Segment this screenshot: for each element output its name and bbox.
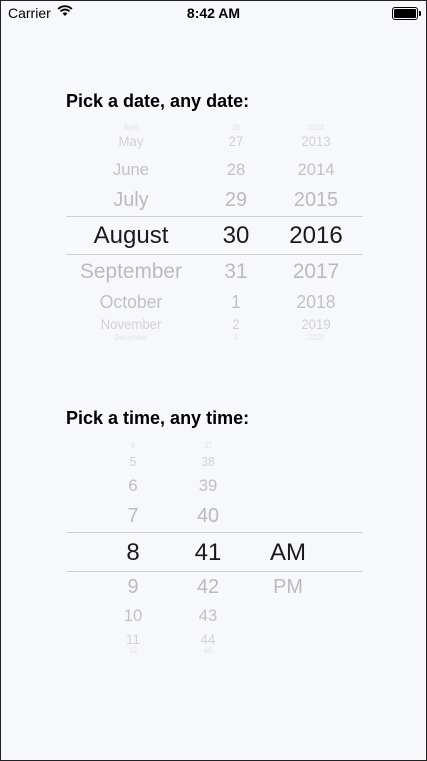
month-option[interactable]: November [61,316,202,332]
month-option[interactable]: September [57,260,206,284]
status-bar: Carrier 8:42 AM [1,1,426,27]
hour-option[interactable]: 4 [101,441,164,450]
month-option[interactable]: July [57,189,206,212]
minute-option[interactable]: 40 [173,505,242,528]
hour-option[interactable]: 10 [99,606,167,626]
time-picker[interactable]: 4 5 6 7 8 9 10 11 12 37 38 39 40 41 42 43 44 45 AM PM [66,441,363,656]
hour-option[interactable]: 9 [98,576,167,599]
minute-option[interactable]: 38 [175,454,241,469]
day-option[interactable]: 30 [196,222,276,250]
year-option[interactable]: 2016 [276,222,356,250]
period-option[interactable]: AM [253,539,323,567]
year-option[interactable]: 2019 [278,316,353,332]
month-option[interactable]: August [56,222,206,250]
minute-option[interactable]: 44 [175,631,241,647]
minute-option[interactable]: 39 [174,476,242,496]
status-time: 8:42 AM [186,5,241,21]
day-option[interactable]: 31 [196,260,275,284]
month-option[interactable]: December [63,333,198,342]
year-option[interactable]: 2012 [280,123,352,132]
year-option[interactable]: 2018 [277,292,355,313]
day-option[interactable]: 1 [197,292,275,313]
selection-line-bottom [66,571,363,572]
hour-option[interactable]: 6 [99,476,167,496]
hour-option[interactable]: 7 [98,505,167,528]
year-option[interactable]: 2014 [277,160,355,180]
hour-option[interactable]: 11 [100,631,166,647]
hour-option[interactable]: 12 [101,646,164,655]
month-option[interactable]: April [63,123,198,132]
year-option[interactable]: 2020 [280,333,352,342]
minute-option[interactable]: 37 [176,441,239,450]
selection-line-top [66,216,363,217]
minute-option[interactable]: 42 [173,576,242,599]
month-option[interactable]: October [58,292,205,313]
day-option[interactable]: 29 [196,189,275,212]
day-option[interactable]: 26 [200,123,272,132]
year-option[interactable]: 2015 [276,189,355,212]
year-option[interactable]: 2017 [276,260,355,284]
time-picker-heading: Pick a time, any time: [66,408,250,428]
day-option[interactable]: 28 [197,160,275,180]
minute-option[interactable]: 41 [173,539,243,567]
hour-option[interactable]: 8 [98,539,168,567]
selection-line-top [66,532,363,533]
date-picker-heading: Pick a date, any date: [66,91,250,111]
battery-icon [392,7,421,20]
selection-line-bottom [66,254,363,255]
date-picker[interactable]: April May June July August September October No… [63,123,363,342]
period-option[interactable]: PM [253,576,322,599]
minute-option[interactable]: 43 [174,606,242,626]
day-option[interactable]: 27 [198,133,273,149]
year-option[interactable]: 2013 [278,133,353,149]
hour-option[interactable]: 5 [100,454,166,469]
screen: Carrier 8:42 AM Pick a date, any date: A… [0,0,427,761]
day-option[interactable]: 2 [198,316,273,332]
day-option[interactable]: 3 [200,333,272,342]
minute-option[interactable]: 45 [176,646,239,655]
month-option[interactable]: May [61,133,202,149]
month-option[interactable]: June [58,160,205,180]
